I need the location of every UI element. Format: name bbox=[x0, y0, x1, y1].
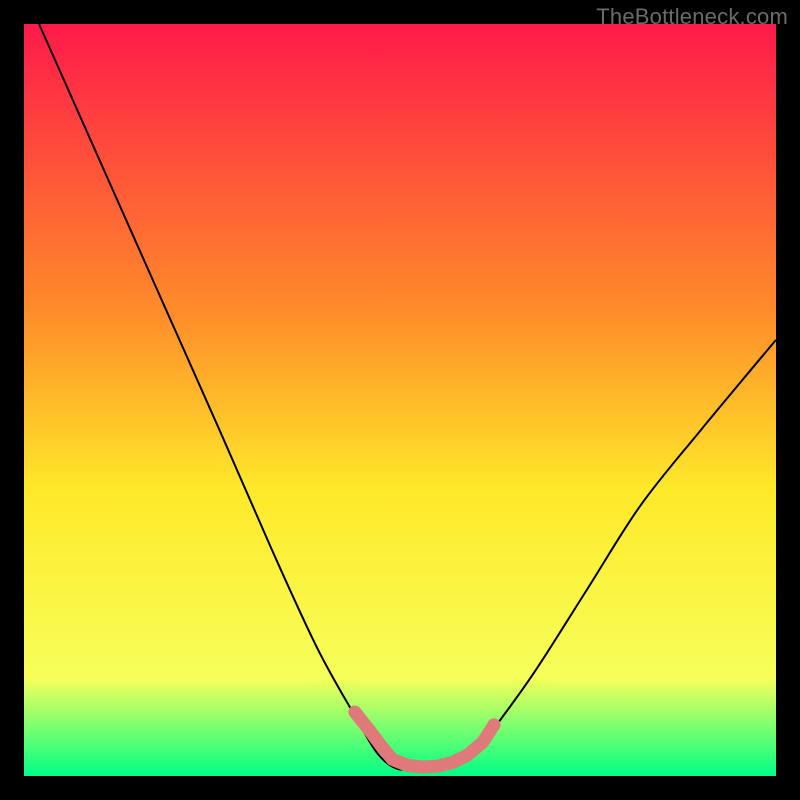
plot-area bbox=[24, 24, 776, 776]
highlight-dot bbox=[348, 706, 361, 719]
highlight-dot bbox=[363, 724, 376, 737]
highlight-dot bbox=[476, 736, 489, 749]
gradient-background bbox=[24, 24, 776, 776]
chart-svg bbox=[24, 24, 776, 776]
chart-frame: TheBottleneck.com bbox=[0, 0, 800, 800]
highlight-dot bbox=[488, 718, 501, 731]
